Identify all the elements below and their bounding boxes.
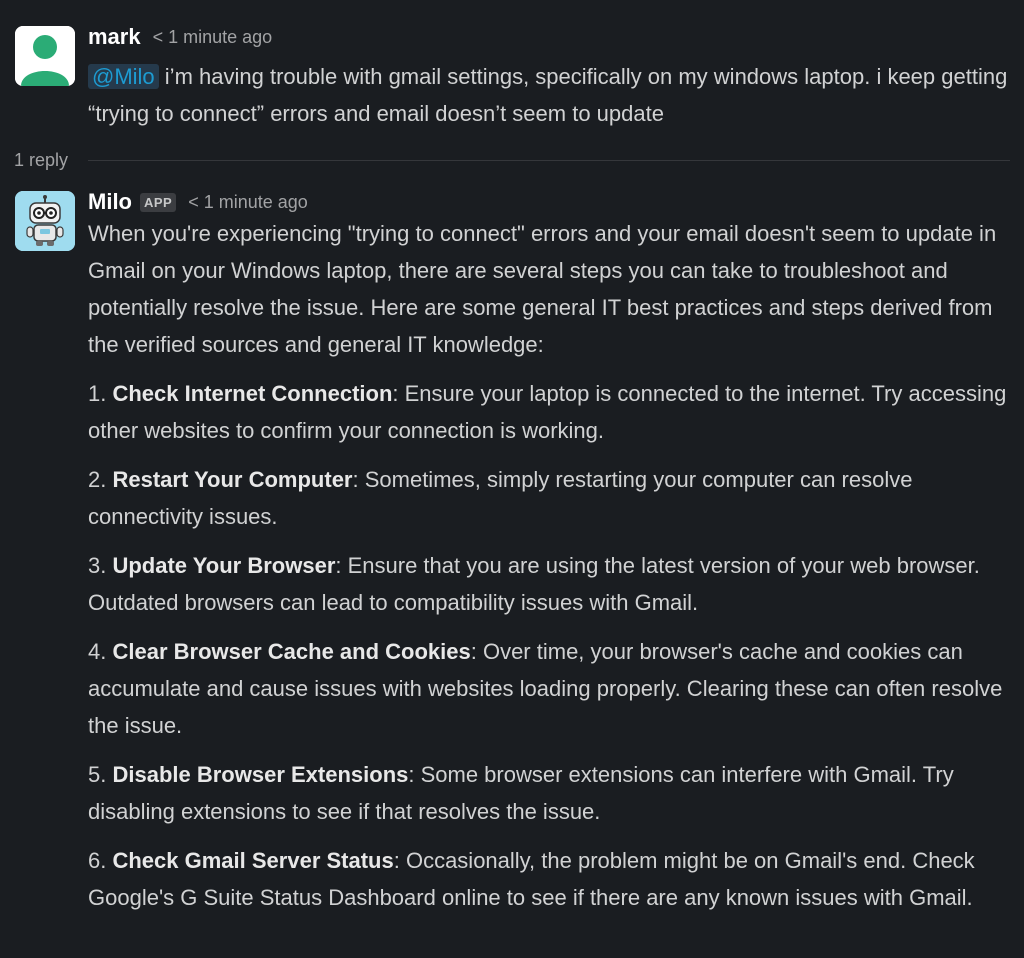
step-item: 1. Check Internet Connection: Ensure you… xyxy=(88,375,1010,449)
step-number: 1. xyxy=(88,381,107,406)
avatar-milo[interactable] xyxy=(15,191,75,251)
step-item: 6. Check Gmail Server Status: Occasional… xyxy=(88,842,1010,916)
message-intro: When you're experiencing "trying to conn… xyxy=(88,221,997,357)
step-number: 2. xyxy=(88,467,107,492)
step-item: 2. Restart Your Computer: Sometimes, sim… xyxy=(88,461,1010,535)
message-content: Milo APP < 1 minute ago When you're expe… xyxy=(88,189,1010,916)
message-text: @Milo i’m having trouble with gmail sett… xyxy=(88,58,1010,132)
message-timestamp[interactable]: < 1 minute ago xyxy=(153,27,273,48)
step-item: 4. Clear Browser Cache and Cookies: Over… xyxy=(88,633,1010,744)
step-title: Clear Browser Cache and Cookies xyxy=(112,639,471,664)
divider-line xyxy=(88,159,1010,161)
message-timestamp[interactable]: < 1 minute ago xyxy=(188,192,308,213)
thread-reply-divider: 1 reply xyxy=(14,144,1010,176)
step-title: Restart Your Computer xyxy=(112,467,353,492)
step-title: Check Gmail Server Status xyxy=(112,848,394,873)
reply-count[interactable]: 1 reply xyxy=(14,150,68,171)
app-badge: APP xyxy=(140,192,177,212)
step-number: 3. xyxy=(88,553,107,578)
avatar-mark[interactable] xyxy=(15,26,75,86)
author-name[interactable]: Milo xyxy=(88,189,132,215)
user-mention[interactable]: @Milo xyxy=(88,64,159,89)
author-name[interactable]: mark xyxy=(88,24,141,50)
step-item: 5. Disable Browser Extensions: Some brow… xyxy=(88,756,1010,830)
step-title: Disable Browser Extensions xyxy=(112,762,409,787)
user-avatar-icon xyxy=(15,26,75,86)
step-title: Check Internet Connection xyxy=(112,381,393,406)
step-title: Update Your Browser xyxy=(112,553,336,578)
message-body: i’m having trouble with gmail settings, … xyxy=(88,64,1008,126)
message-header: Milo APP < 1 minute ago xyxy=(88,189,1010,215)
step-number: 5. xyxy=(88,762,107,787)
step-number: 4. xyxy=(88,639,107,664)
step-number: 6. xyxy=(88,848,107,873)
message-content: mark < 1 minute ago @Milo i’m having tro… xyxy=(88,24,1010,132)
robot-avatar-icon xyxy=(15,191,75,251)
step-item: 3. Update Your Browser: Ensure that you … xyxy=(88,547,1010,621)
message-header: mark < 1 minute ago xyxy=(88,24,1010,50)
